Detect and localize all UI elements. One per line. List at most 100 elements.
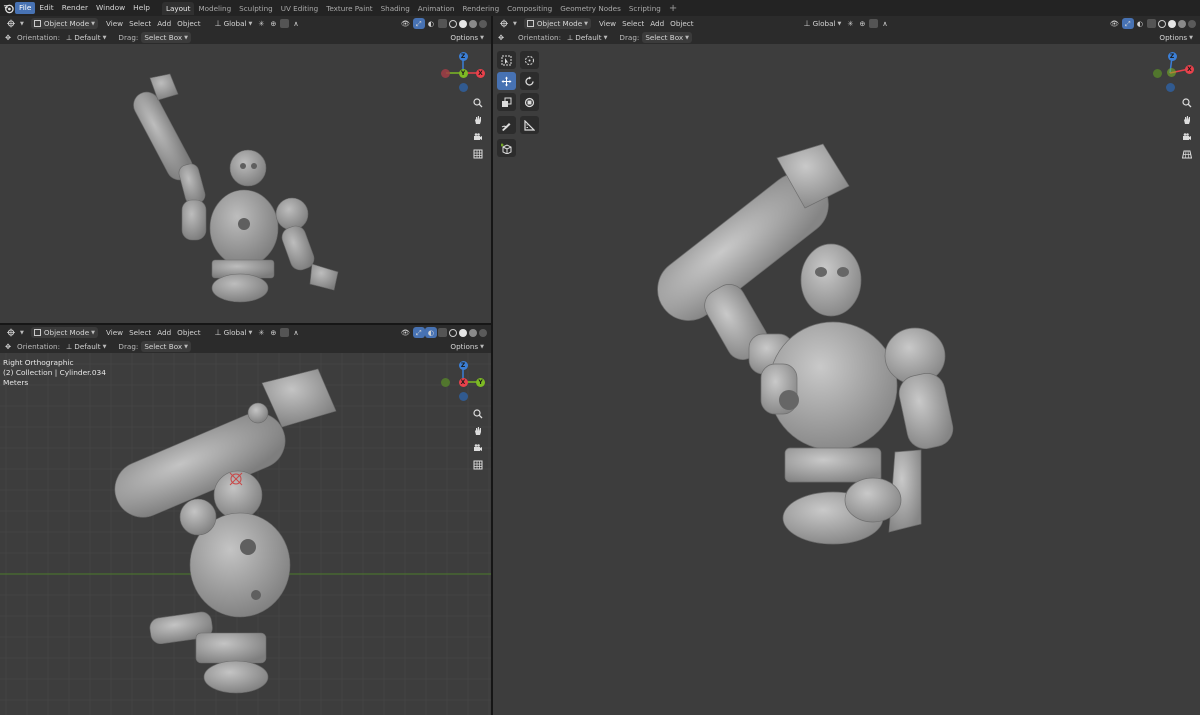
gizmo-y-axis[interactable]: Y bbox=[458, 68, 468, 78]
menu-help[interactable]: Help bbox=[129, 2, 154, 14]
falloff-icon[interactable]: ∧ bbox=[290, 327, 301, 338]
visibility-icon[interactable]: 👁 bbox=[1107, 18, 1122, 29]
drag-dropdown[interactable]: Select Box ▼ bbox=[141, 341, 191, 352]
gizmo-z-axis[interactable]: Z bbox=[1167, 52, 1177, 61]
hand-pan-icon[interactable] bbox=[471, 113, 485, 127]
gizmo-neg-z-axis[interactable] bbox=[1165, 83, 1175, 92]
camera-icon[interactable] bbox=[471, 441, 485, 455]
gizmo-x-axis[interactable]: X bbox=[1185, 65, 1194, 74]
xray-icon[interactable] bbox=[1147, 19, 1156, 28]
pivot-icon[interactable]: ✳ bbox=[844, 18, 856, 29]
pivot-icon[interactable]: ✳ bbox=[255, 18, 267, 29]
drag-dropdown[interactable]: Select Box ▼ bbox=[141, 32, 191, 43]
gizmo-toggle-icon[interactable]: ⤢ bbox=[412, 327, 425, 338]
tab-animation[interactable]: Animation bbox=[414, 2, 459, 15]
wireframe-shading-icon[interactable] bbox=[449, 328, 457, 337]
pivot-icon[interactable]: ✳ bbox=[255, 327, 267, 338]
gizmo-neg-x-axis[interactable] bbox=[441, 68, 450, 78]
tab-uv-editing[interactable]: UV Editing bbox=[277, 2, 323, 15]
snap-icon[interactable]: ⊕ bbox=[267, 327, 279, 338]
mode-dropdown[interactable]: Object Mode ▼ bbox=[30, 327, 98, 338]
orientation-dropdown[interactable]: ⊥ Default ▼ bbox=[63, 32, 109, 43]
editor-type-button[interactable]: ▼ bbox=[496, 18, 520, 29]
zoom-icon[interactable] bbox=[471, 407, 485, 421]
camera-icon[interactable] bbox=[1180, 130, 1194, 144]
tab-texture-paint[interactable]: Texture Paint bbox=[322, 2, 376, 15]
options-dropdown[interactable]: Options ▼ bbox=[447, 341, 487, 352]
robot-model-3d[interactable] bbox=[0, 16, 491, 323]
transform-tool-icon[interactable]: ✥ bbox=[2, 32, 14, 43]
grid-ortho-icon[interactable] bbox=[471, 147, 485, 161]
options-dropdown[interactable]: Options ▼ bbox=[1156, 32, 1196, 43]
snap-icon[interactable]: ⊕ bbox=[856, 18, 868, 29]
solid-shading-icon[interactable] bbox=[459, 19, 467, 28]
overlays-icon[interactable]: ◐ bbox=[425, 18, 437, 29]
menu-view[interactable]: View bbox=[103, 18, 126, 29]
gizmo-x-axis[interactable]: X bbox=[476, 68, 485, 78]
overlays-icon[interactable]: ◐ bbox=[1134, 18, 1146, 29]
gizmo-toggle-icon[interactable]: ⤢ bbox=[412, 18, 425, 29]
transform-orientation-dropdown[interactable]: ⊥ Global ▼ bbox=[212, 327, 256, 338]
viewport-right[interactable]: ▼ Object Mode ▼ View Select Add Object ⊥ … bbox=[493, 16, 1200, 715]
menu-file[interactable]: File bbox=[15, 2, 36, 14]
tab-compositing[interactable]: Compositing bbox=[503, 2, 556, 15]
blender-logo-icon[interactable] bbox=[1, 1, 15, 15]
editor-type-button[interactable]: ▼ bbox=[3, 327, 27, 338]
orientation-dropdown[interactable]: ⊥ Default ▼ bbox=[564, 32, 610, 43]
navigation-gizmo[interactable]: Z X bbox=[1149, 52, 1195, 92]
menu-object[interactable]: Object bbox=[667, 18, 696, 29]
tab-modeling[interactable]: Modeling bbox=[194, 2, 235, 15]
proportional-edit-icon[interactable] bbox=[280, 328, 290, 337]
tab-layout[interactable]: Layout bbox=[162, 1, 195, 15]
menu-object[interactable]: Object bbox=[174, 327, 203, 338]
tab-rendering[interactable]: Rendering bbox=[458, 2, 503, 15]
menu-render[interactable]: Render bbox=[58, 2, 92, 14]
gizmo-y-axis[interactable] bbox=[1167, 68, 1176, 77]
proportional-edit-icon[interactable] bbox=[280, 19, 290, 28]
grid-ortho-icon[interactable] bbox=[471, 458, 485, 472]
menu-add[interactable]: Add bbox=[647, 18, 667, 29]
grid-persp-icon[interactable] bbox=[1180, 147, 1194, 161]
overlays-icon[interactable]: ◐ bbox=[424, 327, 437, 338]
transform-orientation-dropdown[interactable]: ⊥ Global ▼ bbox=[801, 18, 845, 29]
select-box-icon[interactable] bbox=[497, 51, 516, 69]
solid-shading-icon[interactable] bbox=[459, 328, 467, 337]
orientation-dropdown[interactable]: ⊥ Default ▼ bbox=[63, 341, 109, 352]
visibility-icon[interactable]: 👁 bbox=[398, 18, 413, 29]
material-shading-icon[interactable] bbox=[1178, 19, 1186, 28]
menu-view[interactable]: View bbox=[596, 18, 619, 29]
gizmo-neg-z-axis[interactable] bbox=[458, 83, 468, 92]
mode-dropdown[interactable]: Object Mode ▼ bbox=[523, 18, 591, 29]
viewport-bottom-left[interactable]: ▼ Object Mode ▼ View Select Add Object ⊥ … bbox=[0, 325, 491, 715]
wireframe-shading-icon[interactable] bbox=[1158, 19, 1166, 28]
mode-dropdown[interactable]: Object Mode ▼ bbox=[30, 18, 98, 29]
zoom-icon[interactable] bbox=[1180, 96, 1194, 110]
tab-sculpting[interactable]: Sculpting bbox=[235, 2, 277, 15]
zoom-icon[interactable] bbox=[471, 96, 485, 110]
falloff-icon[interactable]: ∧ bbox=[290, 18, 301, 29]
add-workspace-button[interactable]: + bbox=[665, 3, 681, 14]
gizmo-neg-y-axis[interactable] bbox=[441, 377, 450, 387]
hand-pan-icon[interactable] bbox=[471, 424, 485, 438]
transform-tool-icon[interactable]: ✥ bbox=[2, 341, 14, 352]
menu-select[interactable]: Select bbox=[126, 327, 154, 338]
gizmo-y-axis[interactable]: Y bbox=[476, 377, 485, 387]
gizmo-neg-z-axis[interactable] bbox=[458, 392, 468, 401]
transform-orientation-dropdown[interactable]: ⊥ Global ▼ bbox=[212, 18, 256, 29]
options-dropdown[interactable]: Options ▼ bbox=[447, 32, 487, 43]
robot-model-3d[interactable] bbox=[493, 16, 1200, 715]
transform-icon[interactable] bbox=[520, 93, 539, 111]
camera-icon[interactable] bbox=[471, 130, 485, 144]
menu-select[interactable]: Select bbox=[126, 18, 154, 29]
menu-object[interactable]: Object bbox=[174, 18, 203, 29]
solid-shading-icon[interactable] bbox=[1168, 19, 1176, 28]
rotate-icon[interactable] bbox=[520, 72, 539, 90]
tab-geometry-nodes[interactable]: Geometry Nodes bbox=[556, 2, 625, 15]
menu-add[interactable]: Add bbox=[154, 18, 174, 29]
material-shading-icon[interactable] bbox=[469, 328, 477, 337]
hand-pan-icon[interactable] bbox=[1180, 113, 1194, 127]
menu-window[interactable]: Window bbox=[92, 2, 129, 14]
wireframe-shading-icon[interactable] bbox=[449, 19, 457, 28]
menu-select[interactable]: Select bbox=[619, 18, 647, 29]
gizmo-toggle-icon[interactable]: ⤢ bbox=[1121, 18, 1134, 29]
